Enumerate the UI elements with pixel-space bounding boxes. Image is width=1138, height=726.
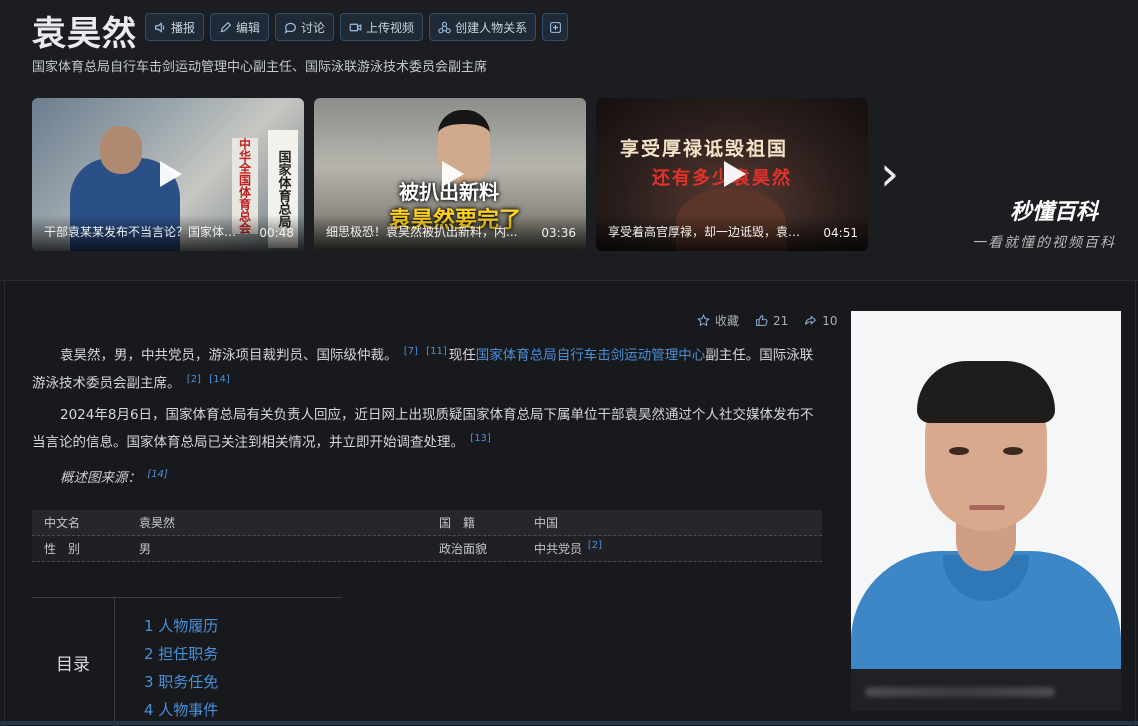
citation-11[interactable]: [11] bbox=[426, 346, 447, 357]
portrait-mouth bbox=[969, 505, 1005, 510]
stats-bar: 收藏 21 10 bbox=[697, 312, 838, 329]
bottom-edge bbox=[0, 721, 1138, 725]
edit-button[interactable]: 编辑 bbox=[210, 13, 270, 41]
infobox-key: 中文名 bbox=[44, 516, 81, 530]
video-camera-icon bbox=[349, 23, 362, 31]
intro-paragraph-1: 袁昊然，男，中共党员，游泳项目裁判员、国际级仲裁。 [7] [11] 现任国家体育… bbox=[32, 340, 824, 395]
header: 袁昊然 播报 编辑 讨论 上传视频 创建人物关系 国家体育总局自行车击剑运动管理… bbox=[0, 0, 1138, 280]
action-bar: 播报 编辑 讨论 上传视频 创建人物关系 bbox=[145, 13, 569, 41]
portrait-caption bbox=[851, 669, 1121, 711]
figure-citation[interactable]: [14] bbox=[147, 469, 168, 480]
like-button[interactable]: 21 bbox=[755, 314, 788, 328]
play-icon[interactable] bbox=[160, 160, 182, 187]
infobox-row: 中文名 袁昊然 国 籍 中国 bbox=[32, 510, 822, 536]
video-card-1[interactable]: 中华全国体育总会 国家体育总局 干部袁某某发布不当言论？国家体育总局回应 00:… bbox=[32, 98, 304, 251]
portrait-eye bbox=[1003, 447, 1023, 455]
table-of-contents: 目录 1 人物履历 2 担任职务 3 职务任免 4 人物事件 bbox=[32, 597, 342, 726]
intro-paragraph-2: 2024年8月6日，国家体育总局有关负责人回应，近日网上出现质疑国家体育总局下属… bbox=[32, 403, 824, 455]
portrait-hair bbox=[917, 361, 1055, 423]
edit-label: 编辑 bbox=[236, 20, 261, 35]
broadcast-label: 播报 bbox=[171, 20, 196, 35]
next-arrow-icon[interactable]: › bbox=[880, 150, 899, 198]
infobox-value: 袁昊然 bbox=[139, 516, 176, 530]
page-title: 袁昊然 bbox=[32, 14, 137, 54]
figure-source: 概述图来源： [14] bbox=[60, 466, 170, 487]
citation-13[interactable]: [13] bbox=[470, 433, 491, 444]
blurred-caption bbox=[865, 687, 1055, 697]
nationality-link[interactable]: 中国 bbox=[534, 514, 558, 531]
like-count: 21 bbox=[773, 313, 789, 328]
party-value: 中共党员 bbox=[534, 542, 583, 556]
citation-2[interactable]: [2] bbox=[588, 540, 602, 551]
video-1-caption: 干部袁某某发布不当言论？国家体育总局回应 bbox=[44, 225, 244, 239]
play-icon[interactable] bbox=[442, 160, 464, 187]
toc-item[interactable]: 1 人物履历 bbox=[144, 612, 218, 640]
infobox: 中文名 袁昊然 国 籍 中国 性 别 男 政治面貌 中共党员 [2] bbox=[32, 510, 822, 562]
thumbs-up-icon bbox=[756, 315, 768, 326]
video-3-overlay-2: 还有多少袁昊然 bbox=[652, 168, 792, 189]
star-icon bbox=[697, 314, 710, 327]
upload-video-button[interactable]: 上传视频 bbox=[340, 13, 424, 41]
infobox-row: 性 别 男 政治面貌 中共党员 [2] bbox=[32, 536, 822, 562]
portrait-image[interactable] bbox=[851, 311, 1121, 711]
video-1-head bbox=[100, 126, 142, 174]
discuss-button[interactable]: 讨论 bbox=[275, 13, 335, 41]
speaker-icon bbox=[155, 21, 165, 33]
collect-label: 收藏 bbox=[715, 314, 740, 328]
brand-logo[interactable]: 秒懂百科 bbox=[1010, 194, 1098, 226]
figure-source-label: 概述图来源： bbox=[60, 470, 141, 486]
video-card-3[interactable]: 享受厚禄诋毁祖国 还有多少袁昊然 享受着高官厚禄，却一边诋毁，袁昊... 04:… bbox=[596, 98, 868, 251]
page-subtitle: 国家体育总局自行车击剑运动管理中心副主任、国际泳联游泳技术委员会副主席 bbox=[32, 60, 488, 75]
toc-item[interactable]: 3 职务任免 bbox=[144, 668, 218, 696]
share-count: 10 bbox=[822, 313, 838, 328]
toc-label: 目录 bbox=[32, 598, 115, 726]
infobox-value: 男 bbox=[139, 542, 152, 556]
infobox-key: 性 别 bbox=[44, 542, 81, 556]
video-3-caption: 享受着高官厚禄，却一边诋毁，袁昊... bbox=[608, 225, 808, 239]
share-arrow-icon bbox=[805, 315, 817, 325]
share-button[interactable]: 10 bbox=[804, 313, 838, 328]
citation-2[interactable]: [2] bbox=[187, 374, 201, 385]
toc-item[interactable]: 4 人物事件 bbox=[144, 696, 218, 724]
video-3-duration: 04:51 bbox=[823, 226, 858, 240]
portrait-eye bbox=[949, 447, 969, 455]
intro-text-2: 2024年8月6日，国家体育总局有关负责人回应，近日网上出现质疑国家体育总局下属… bbox=[32, 407, 814, 451]
video-card-2[interactable]: 被扒出新料 袁昊然要完了 细思极恐！袁昊然被扒出新料，内... 03:36 bbox=[314, 98, 586, 251]
chat-bubble-icon bbox=[284, 22, 296, 34]
video-2-duration: 03:36 bbox=[541, 226, 576, 240]
toc-item[interactable]: 2 担任职务 bbox=[144, 640, 218, 668]
video-3-overlay-1: 享受厚禄诋毁祖国 bbox=[620, 138, 789, 160]
relation-icon bbox=[438, 21, 451, 33]
pencil-icon bbox=[220, 21, 232, 32]
video-2-caption: 细思极恐！袁昊然被扒出新料，内... bbox=[326, 225, 518, 239]
create-relation-label: 创建人物关系 bbox=[455, 20, 528, 35]
infobox-value: 中共党员 [2] bbox=[534, 540, 604, 557]
intro-text-b: 现任 bbox=[448, 347, 476, 364]
citation-7[interactable]: [7] bbox=[404, 346, 418, 357]
infobox-key: 政治面貌 bbox=[439, 542, 488, 556]
toc-list: 1 人物履历 2 担任职务 3 职务任免 4 人物事件 bbox=[144, 612, 218, 724]
broadcast-button[interactable]: 播报 bbox=[145, 13, 205, 41]
citation-14[interactable]: [14] bbox=[209, 374, 230, 385]
intro-text-a: 袁昊然，男，中共党员，游泳项目裁判员、国际级仲裁。 bbox=[60, 347, 398, 364]
upload-video-label: 上传视频 bbox=[366, 20, 415, 35]
plus-square-icon bbox=[549, 21, 561, 33]
brand-slogan: 一看就懂的视频百科 bbox=[972, 235, 1116, 251]
video-strip: 中华全国体育总会 国家体育总局 干部袁某某发布不当言论？国家体育总局回应 00:… bbox=[32, 98, 868, 251]
collect-button[interactable]: 收藏 bbox=[697, 312, 739, 329]
video-1-duration: 00:48 bbox=[259, 226, 294, 240]
create-relation-button[interactable]: 创建人物关系 bbox=[429, 13, 537, 41]
play-icon[interactable] bbox=[724, 160, 746, 187]
infobox-key: 国 籍 bbox=[439, 516, 476, 530]
org-link[interactable]: 国家体育总局自行车击剑运动管理中心 bbox=[476, 348, 706, 364]
discuss-label: 讨论 bbox=[301, 20, 326, 35]
add-button[interactable] bbox=[542, 13, 569, 41]
